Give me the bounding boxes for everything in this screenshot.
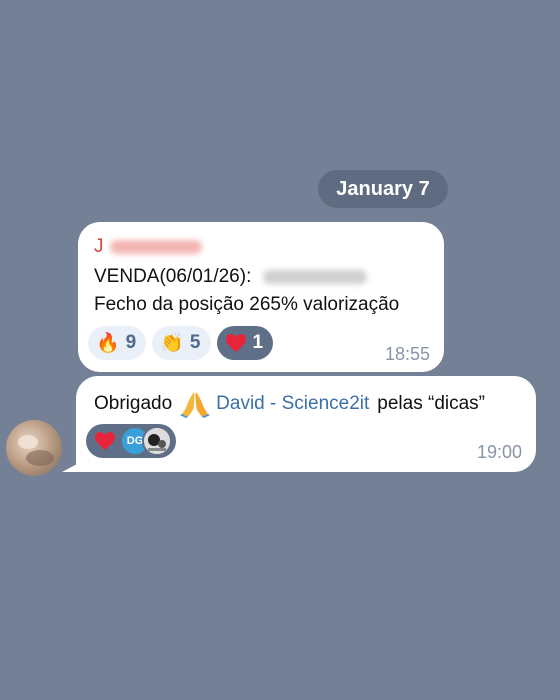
reaction-count: 9 xyxy=(125,332,137,353)
sender-avatar[interactable] xyxy=(6,420,62,476)
reaction-heart[interactable]: 1 xyxy=(216,326,274,360)
fire-icon: 🔥 xyxy=(96,332,120,354)
sale-label: VENDA(06/01/26): xyxy=(94,266,252,287)
user-mention-link[interactable]: David - Science2it xyxy=(216,393,369,415)
message-line-close: Fecho da posição 265% valorização xyxy=(94,294,400,315)
clap-icon: 👏 xyxy=(160,332,184,354)
reaction-count: 1 xyxy=(252,332,264,353)
reactor-avatar-photo xyxy=(142,426,172,456)
reaction-count: 5 xyxy=(189,332,201,353)
message-time: 18:55 xyxy=(384,344,430,364)
message-text-before: Obrigado xyxy=(94,393,173,414)
message-bubble[interactable]: Obrigado David - Science2it pelas “dicas… xyxy=(76,376,536,472)
redacted-sender-name xyxy=(109,240,202,254)
heart-icon xyxy=(225,333,247,353)
message-text-after: pelas “dicas” xyxy=(377,393,486,414)
redacted-value xyxy=(263,270,368,284)
date-separator: January 7 xyxy=(318,170,448,208)
pray-icon xyxy=(180,390,211,418)
message-line-sale: VENDA(06/01/26): xyxy=(94,266,368,288)
reaction-heart[interactable]: DG xyxy=(86,424,176,458)
reactions-bar: DG xyxy=(86,424,176,458)
message-text: Obrigado David - Science2it pelas “dicas… xyxy=(94,390,485,418)
reaction-clap[interactable]: 👏 5 xyxy=(152,326,211,360)
message-bubble[interactable]: J VENDA(06/01/26): Fecho da posição 265%… xyxy=(78,222,444,372)
reaction-fire[interactable]: 🔥 9 xyxy=(88,326,147,360)
message-time: 19:00 xyxy=(476,442,522,462)
sender-initial: J xyxy=(94,236,104,257)
heart-icon xyxy=(94,431,116,451)
reactions-bar: 🔥 9 👏 5 1 xyxy=(88,326,274,360)
sender-name[interactable]: J xyxy=(94,236,202,258)
